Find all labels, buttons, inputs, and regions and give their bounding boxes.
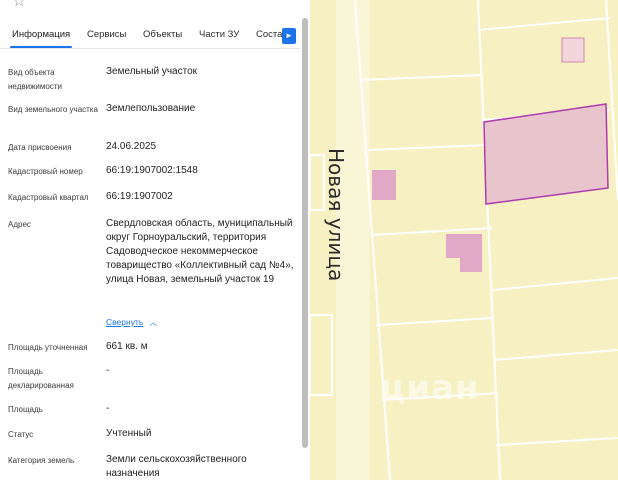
scrollbar-thumb[interactable] <box>302 18 308 448</box>
selected-parcel <box>483 103 609 205</box>
street-label: Новая улица <box>324 148 348 281</box>
map-watermark: циан <box>380 368 480 408</box>
parcel-line <box>477 17 611 31</box>
tab-information[interactable]: Информация <box>9 27 73 49</box>
value-cadastral-number: 66:19:1907002:1548 <box>106 165 198 176</box>
tab-composition[interactable]: Соста <box>256 27 282 49</box>
label-cadastral-number: Кадастровый номер <box>8 167 83 176</box>
chevron-right-icon[interactable]: ► <box>282 28 296 44</box>
tab-land-parts[interactable]: Части ЗУ <box>199 27 239 49</box>
label-assignment-date: Дата присвоения <box>8 143 72 152</box>
parcel-line <box>493 349 618 361</box>
building <box>561 37 585 63</box>
label-address: Адрес <box>8 220 31 229</box>
collapse-link[interactable]: Свернуть ︿ <box>106 317 157 328</box>
map-parcels <box>310 0 618 480</box>
value-status: Учтенный <box>106 428 152 439</box>
value-address: Свердловская область, муниципальный окру… <box>106 218 294 285</box>
parcel-line <box>495 437 618 446</box>
parcel-left-1 <box>310 154 325 211</box>
value-assignment-date: 24.06.2025 <box>106 141 157 152</box>
label-object-type: Вид объекта недвижимости <box>8 68 62 91</box>
label-status: Статус <box>8 430 34 439</box>
label-area-declared: Площадь декларированная <box>8 367 74 390</box>
parcel-line <box>359 74 483 81</box>
value-area-declared: - <box>106 365 110 376</box>
info-panel: ☆ Информация Сервисы Объекты Части ЗУ Со… <box>0 0 310 480</box>
parcel-line <box>371 227 493 236</box>
label-land-category: Категория земель <box>8 456 75 465</box>
label-area-refined: Площадь уточненная <box>8 343 88 352</box>
building <box>372 170 396 200</box>
parcel-line <box>491 277 618 291</box>
chevron-up-icon: ︿ <box>149 318 158 327</box>
star-outline-icon[interactable]: ☆ <box>12 0 26 10</box>
building <box>446 234 482 272</box>
parcel-left-2 <box>310 314 333 396</box>
parcel-line <box>367 144 487 151</box>
value-cadastral-quarter: 66:19:1907002 <box>106 191 173 202</box>
value-area: - <box>106 403 110 414</box>
value-area-refined: 661 кв. м <box>106 341 148 352</box>
value-land-type: Землепользование <box>106 103 196 114</box>
tabs-divider <box>0 48 300 49</box>
tab-bar: Информация Сервисы Объекты Части ЗУ Сост… <box>0 27 300 49</box>
label-area: Площадь <box>8 405 43 414</box>
value-land-category: Земли сельскохозяйственного назначения <box>106 454 247 479</box>
tab-objects[interactable]: Объекты <box>143 27 182 49</box>
parcel-line <box>375 317 495 326</box>
tab-services[interactable]: Сервисы <box>87 27 126 49</box>
label-cadastral-quarter: Кадастровый квартал <box>8 193 89 202</box>
cadastral-map[interactable]: ◎ <box>310 0 618 480</box>
label-land-type: Вид земельного участка <box>8 105 98 114</box>
collapse-link-label: Свернуть <box>106 317 144 327</box>
value-object-type: Земельный участок <box>106 66 198 77</box>
